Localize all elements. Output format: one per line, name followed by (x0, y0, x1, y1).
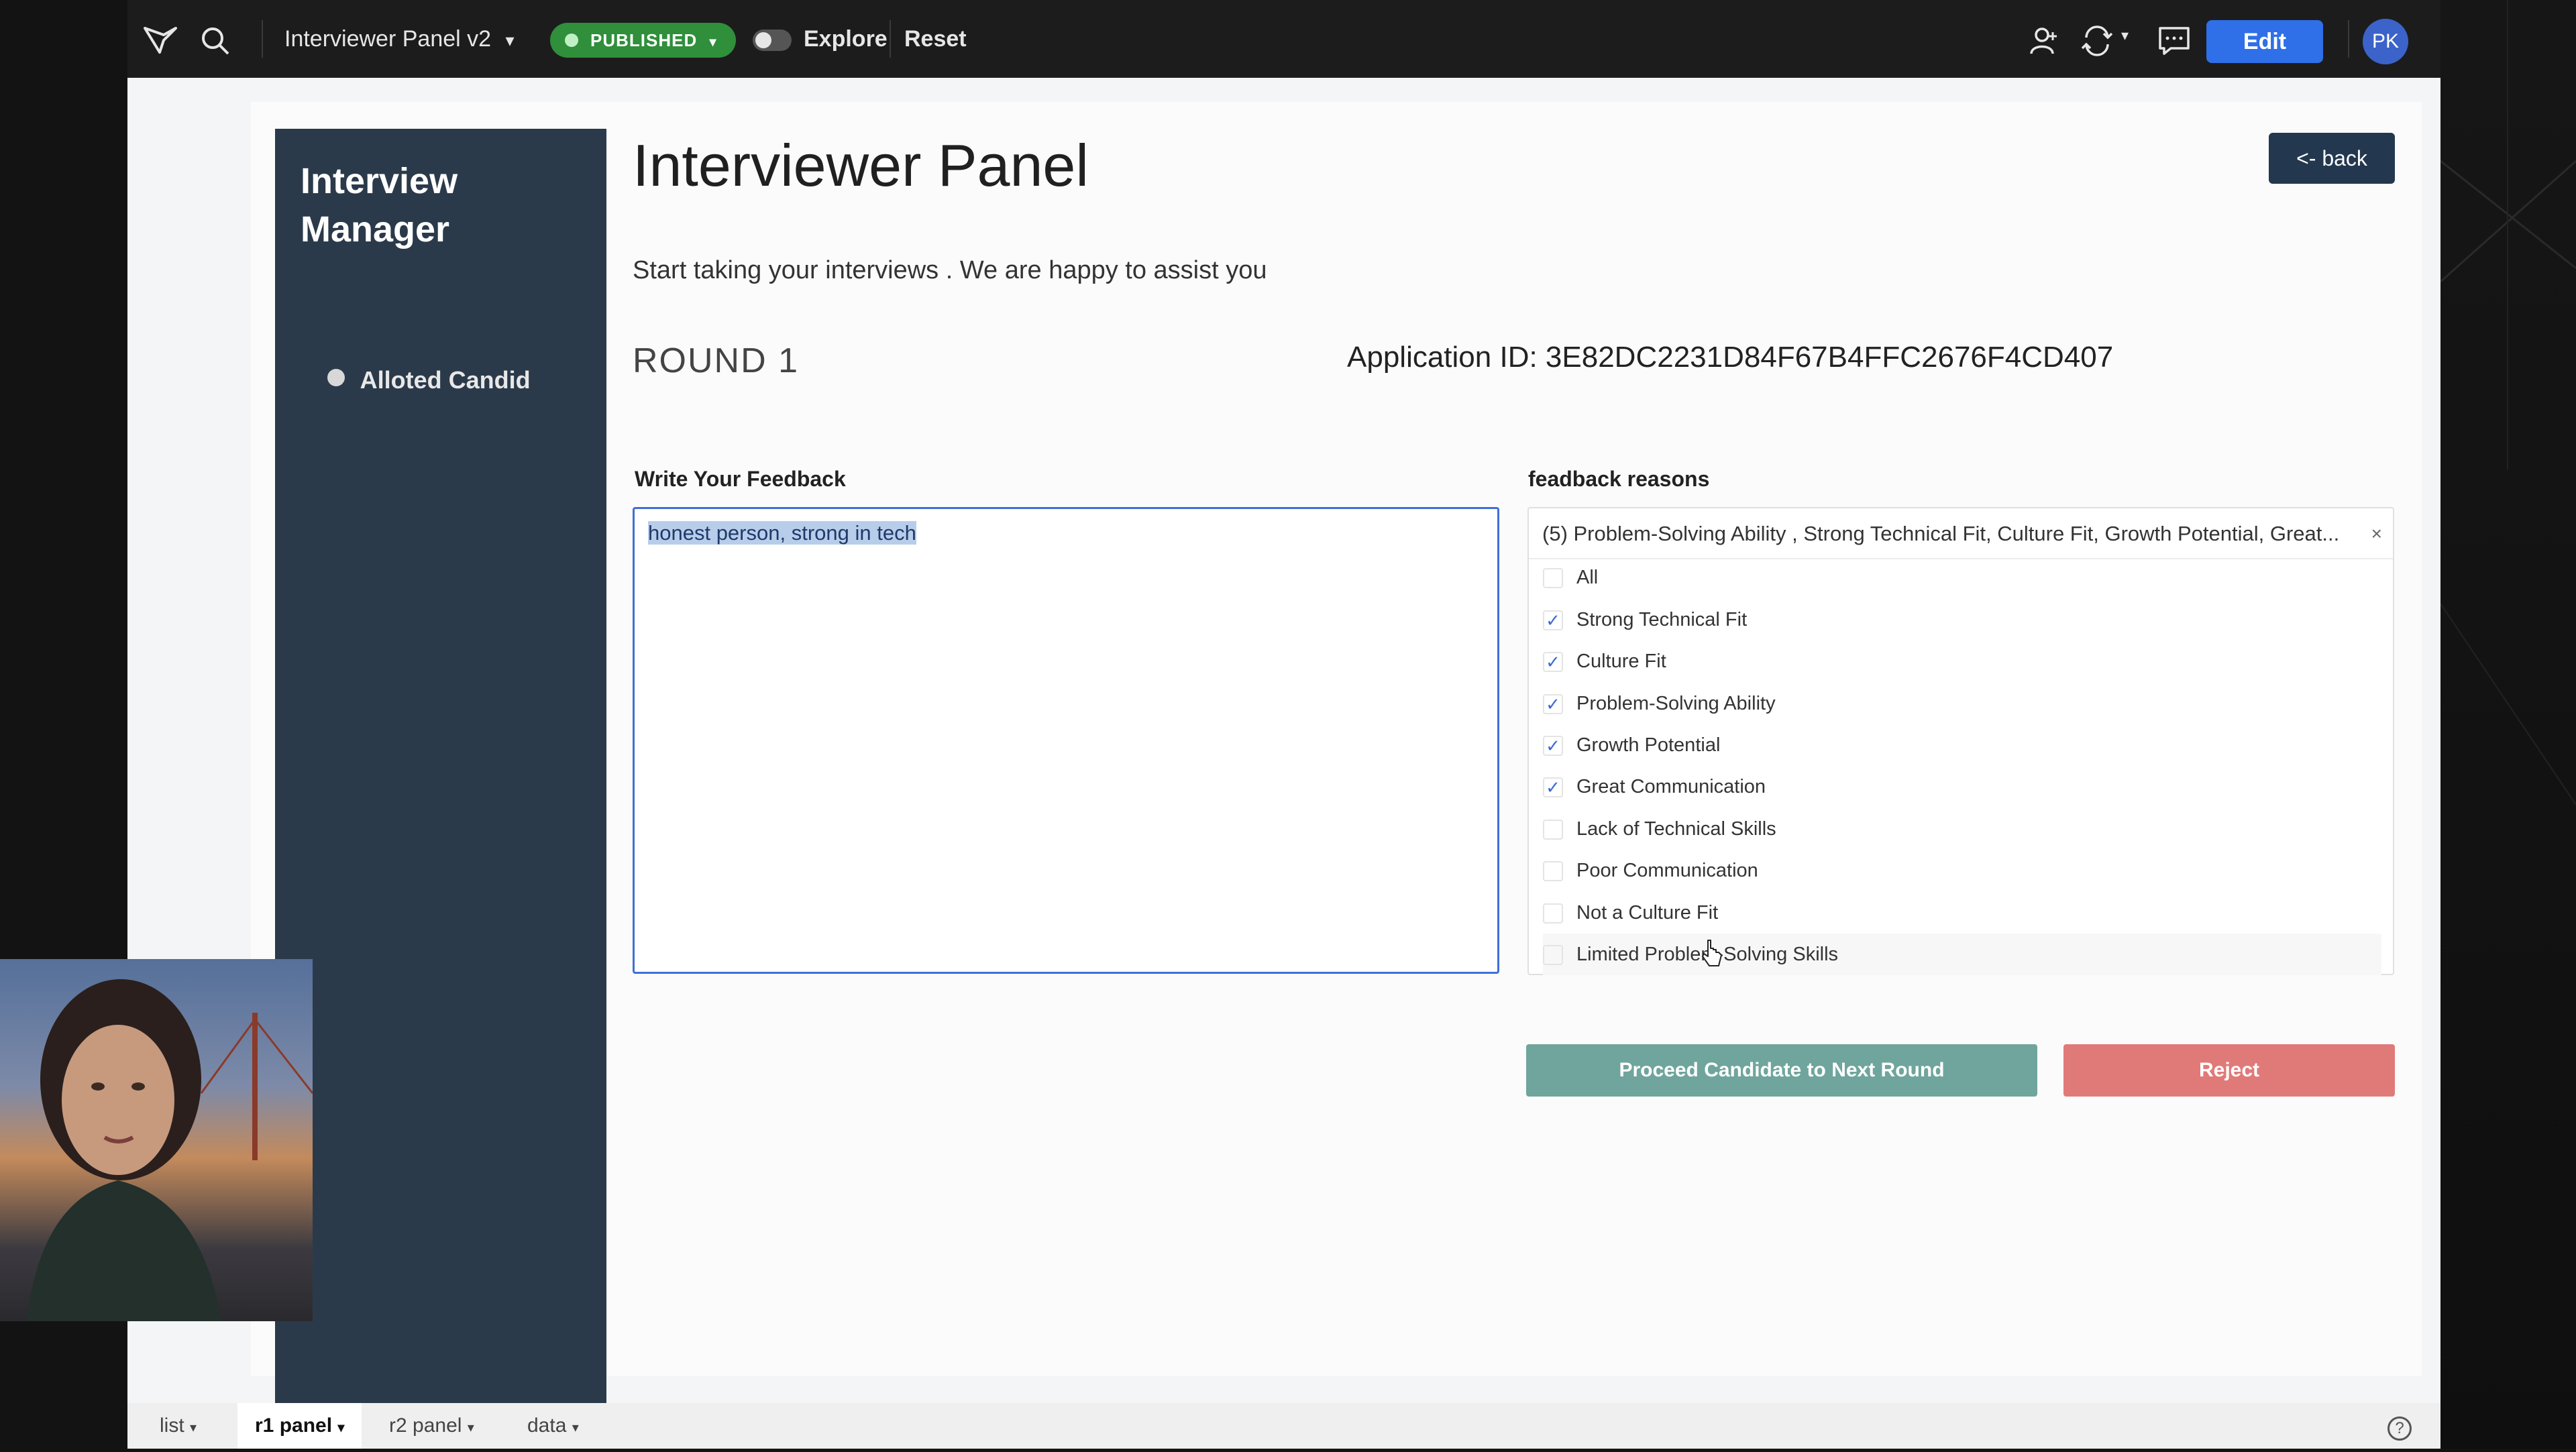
reason-option-poor-communication[interactable]: Poor Communication (1543, 850, 1758, 891)
reject-button[interactable]: Reject (2063, 1044, 2395, 1097)
tab-label: data (527, 1414, 567, 1437)
mouse-cursor-icon (1702, 940, 1722, 966)
sidebar-item-label: Alloted Candid (360, 366, 531, 394)
explore-toggle[interactable] (753, 30, 792, 51)
option-label: Great Communication (1576, 776, 1766, 797)
status-dot-icon (565, 34, 578, 47)
feedback-reasons-label: feadback reasons (1528, 467, 1710, 491)
tab-r2-panel[interactable]: r2 panel ▾ (374, 1403, 489, 1449)
sync-icon[interactable] (2081, 25, 2113, 56)
sidebar (275, 129, 606, 1403)
tab-label: list (160, 1414, 184, 1437)
radio-icon (327, 369, 345, 386)
help-icon[interactable]: ? (2387, 1416, 2412, 1441)
reset-button[interactable]: Reset (904, 0, 967, 78)
chevron-down-icon: ▾ (572, 1420, 579, 1435)
checkbox[interactable] (1543, 861, 1563, 882)
sidebar-item-alloted-candidates[interactable]: Alloted Candid (327, 366, 531, 394)
chevron-down-icon: ▾ (190, 1420, 197, 1435)
reason-option-strong-technical-fit[interactable]: ✓ Strong Technical Fit (1543, 599, 1747, 640)
option-label: All (1576, 567, 1599, 588)
chevron-down-icon: ▾ (337, 1420, 345, 1435)
page-subtitle: Start taking your interviews . We are ha… (633, 256, 1267, 284)
webcam-video (0, 959, 313, 1321)
status-badge-published[interactable]: PUBLISHED ▾ (550, 23, 736, 58)
feedback-text: honest person, strong in tech (648, 521, 916, 545)
app-title: Interviewer Panel v2 (284, 26, 492, 52)
sidebar-title: Interview Manager (301, 161, 458, 249)
reason-option-limited-problem-solving-skills[interactable]: Limited Problem-Solving Skills (1543, 934, 2381, 975)
option-label: Growth Potential (1576, 734, 1721, 756)
presenter-video-icon (27, 979, 313, 1321)
checkbox[interactable] (1543, 945, 1563, 966)
reason-option-problem-solving-ability[interactable]: ✓ Problem-Solving Ability (1543, 683, 1776, 724)
option-label: Lack of Technical Skills (1576, 818, 1776, 840)
reason-option-growth-potential[interactable]: ✓ Growth Potential (1543, 724, 1720, 766)
checkbox[interactable] (1543, 568, 1563, 589)
check-icon[interactable]: ✓ (1543, 777, 1563, 798)
reason-option-culture-fit[interactable]: ✓ Culture Fit (1543, 640, 1666, 682)
checkbox[interactable] (1543, 903, 1563, 924)
check-icon[interactable]: ✓ (1543, 694, 1563, 715)
toggle-knob (755, 32, 771, 48)
chevron-down-icon[interactable]: ▾ (2121, 27, 2129, 44)
explore-label[interactable]: Explore (804, 0, 888, 78)
option-label: Poor Communication (1576, 860, 1758, 881)
app-logo-icon[interactable] (144, 25, 177, 55)
application-id: Application ID: 3E82DC2231D84F67B4FFC267… (1347, 341, 2114, 374)
chevron-down-icon: ▾ (505, 30, 515, 50)
tab-list[interactable]: list ▾ (145, 1403, 211, 1449)
decorative-lines-icon (2440, 0, 2576, 805)
proceed-next-round-button[interactable]: Proceed Candidate to Next Round (1526, 1044, 2037, 1097)
reason-option-not-a-culture-fit[interactable]: Not a Culture Fit (1543, 892, 1718, 934)
status-label: PUBLISHED (590, 30, 698, 50)
toolbar-divider (262, 20, 263, 58)
back-button[interactable]: <- back (2269, 133, 2395, 184)
tab-data[interactable]: data ▾ (513, 1403, 594, 1449)
search-icon[interactable] (200, 25, 231, 56)
clear-selection-icon[interactable]: × (2371, 508, 2382, 559)
toolbar-divider (2348, 20, 2349, 58)
reason-option-all[interactable]: All (1543, 557, 1598, 598)
check-icon[interactable]: ✓ (1543, 610, 1563, 631)
tab-r1-panel[interactable]: r1 panel ▾ (237, 1403, 362, 1449)
tab-label: r2 panel (389, 1414, 462, 1437)
tab-label: r1 panel (255, 1414, 333, 1437)
checkbox[interactable] (1543, 820, 1563, 840)
edit-button[interactable]: Edit (2206, 20, 2323, 63)
page-title: Interviewer Panel (633, 132, 1089, 199)
app-title-dropdown[interactable]: Interviewer Panel v2 ▾ (284, 0, 515, 79)
comment-icon[interactable] (2157, 25, 2191, 56)
user-share-icon[interactable] (2029, 25, 2059, 56)
option-label: Strong Technical Fit (1576, 609, 1748, 630)
toolbar-divider (890, 20, 891, 58)
check-icon[interactable]: ✓ (1543, 652, 1563, 673)
feedback-label: Write Your Feedback (635, 467, 846, 491)
reason-option-great-communication[interactable]: ✓ Great Communication (1543, 766, 1766, 807)
avatar[interactable]: PK (2363, 19, 2408, 64)
check-icon[interactable]: ✓ (1543, 736, 1563, 757)
feedback-textarea[interactable]: honest person, strong in tech (633, 507, 1499, 974)
round-label: ROUND 1 (633, 341, 800, 380)
option-label: Not a Culture Fit (1576, 902, 1719, 924)
chevron-down-icon: ▾ (709, 35, 717, 50)
background-decoration (2440, 0, 2576, 1449)
chevron-down-icon: ▾ (467, 1420, 474, 1435)
option-label: Problem-Solving Ability (1576, 693, 1776, 714)
option-label: Culture Fit (1576, 651, 1666, 672)
reason-option-lack-of-technical-skills[interactable]: Lack of Technical Skills (1543, 808, 1776, 850)
selected-reasons-summary[interactable]: (5) Problem-Solving Ability , Strong Tec… (1529, 508, 2393, 559)
